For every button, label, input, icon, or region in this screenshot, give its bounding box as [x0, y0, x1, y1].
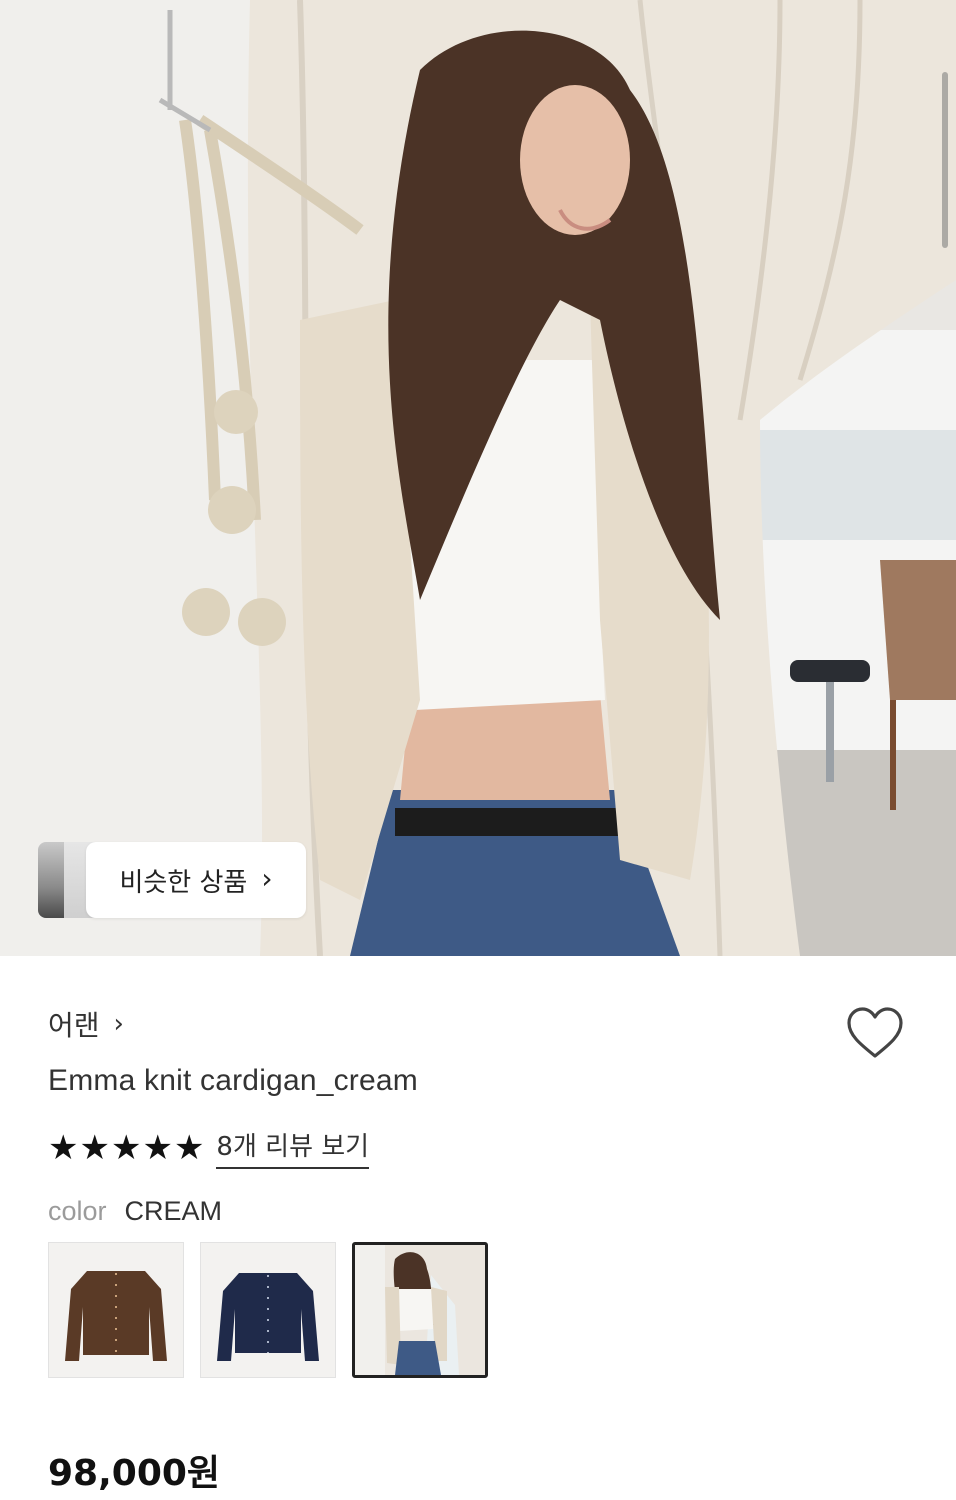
star-filled-icon: ★: [79, 1127, 110, 1168]
view-reviews-link[interactable]: 8개 리뷰 보기: [216, 1126, 370, 1169]
swatch-navy[interactable]: [200, 1242, 336, 1378]
rating-stars: ★ ★ ★ ★ ★: [48, 1128, 204, 1168]
similar-thumbnail: [38, 842, 66, 918]
heart-outline-icon[interactable]: [846, 1006, 904, 1060]
hero-illustration: [0, 0, 956, 956]
similar-products-label: 비슷한 상품: [119, 867, 248, 898]
product-price: 98,000원: [48, 1453, 221, 1494]
color-value: CREAM: [124, 1196, 223, 1226]
swatch-brown[interactable]: [48, 1242, 184, 1378]
star-filled-icon: ★: [173, 1127, 205, 1168]
brand-link[interactable]: 어랜 ›: [48, 1004, 124, 1044]
similar-products-chip[interactable]: 비슷한 상품 ›: [38, 842, 306, 918]
star-filled-icon: ★: [142, 1127, 173, 1168]
color-selection: color CREAM: [48, 1196, 222, 1227]
image-scrollbar[interactable]: [942, 72, 948, 248]
brand-name: 어랜: [48, 1009, 100, 1042]
product-hero-image[interactable]: 비슷한 상품 ›: [0, 0, 956, 956]
star-filled-icon: ★: [48, 1127, 79, 1168]
chevron-right-icon: ›: [261, 862, 273, 895]
color-label: color: [48, 1196, 107, 1226]
similar-products-button[interactable]: 비슷한 상품 ›: [86, 842, 306, 918]
rating-row: ★ ★ ★ ★ ★ 8개 리뷰 보기: [48, 1126, 370, 1169]
star-filled-icon: ★: [110, 1127, 142, 1168]
chevron-right-icon: ›: [113, 1009, 124, 1039]
color-swatches: [48, 1242, 488, 1378]
product-title: Emma knit cardigan_cream: [48, 1064, 418, 1097]
swatch-cream-selected[interactable]: [352, 1242, 488, 1378]
